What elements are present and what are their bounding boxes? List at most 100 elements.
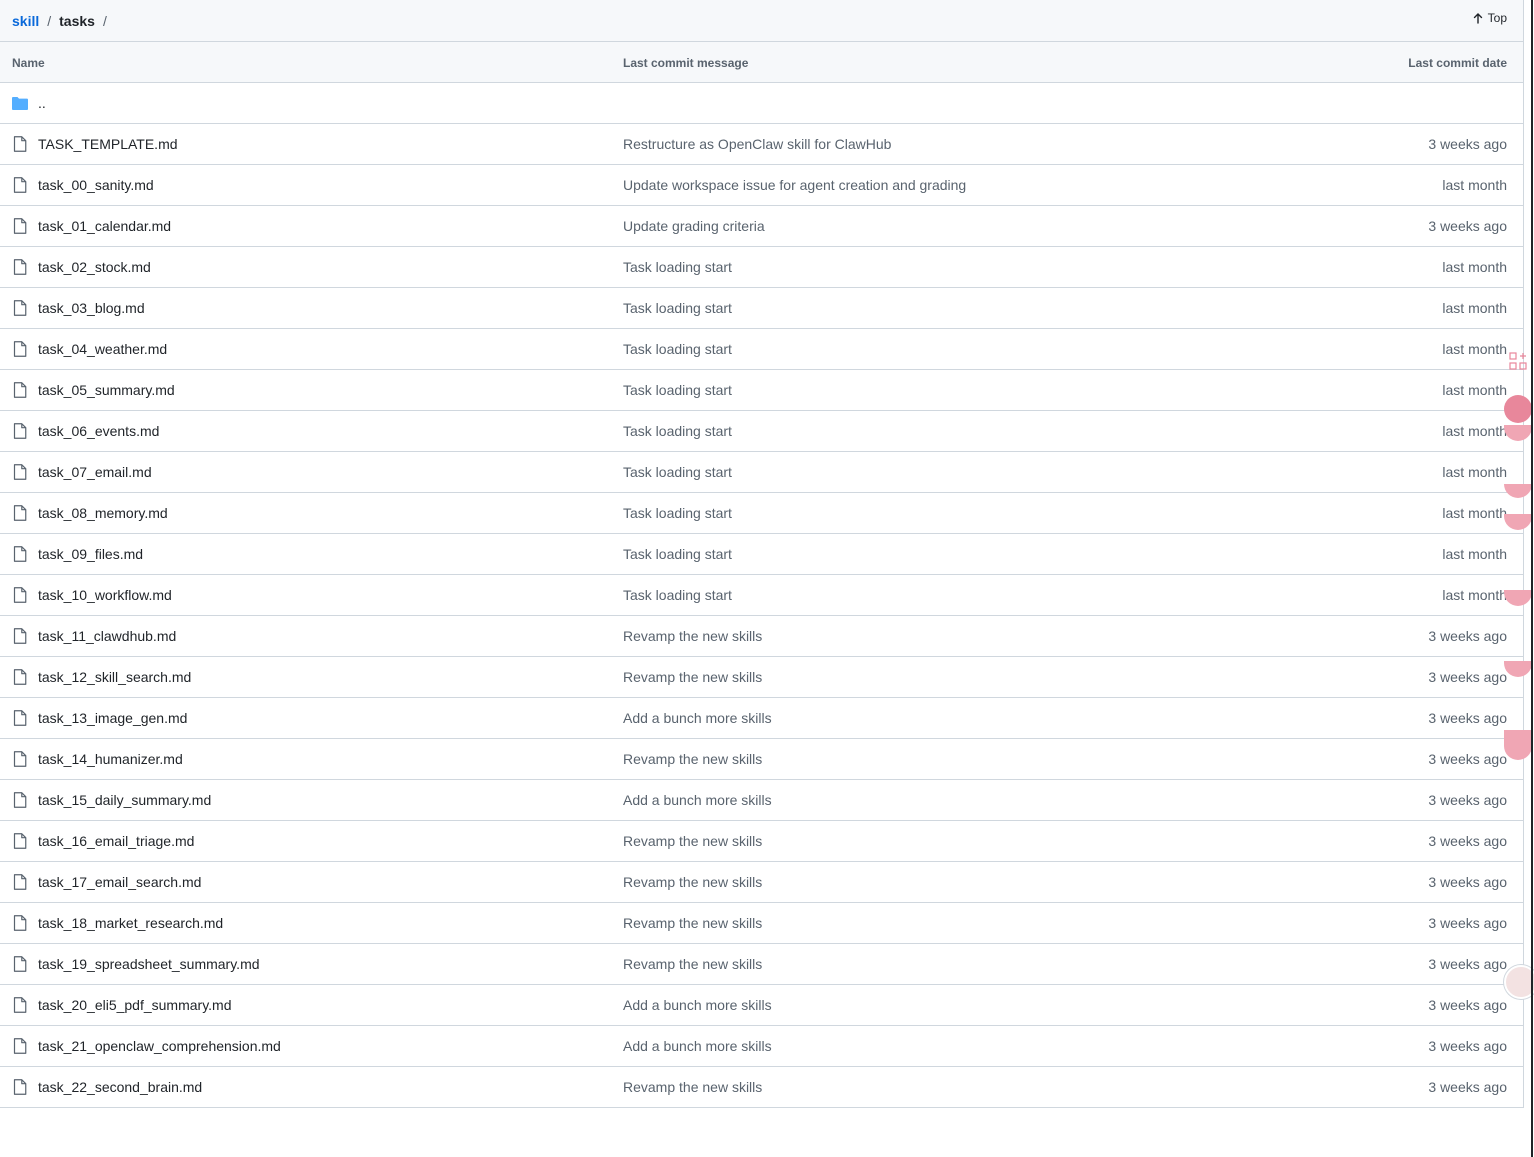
file-icon — [13, 464, 27, 480]
file-name-link[interactable]: task_17_email_search.md — [38, 874, 201, 890]
commit-message-link[interactable]: Task loading start — [623, 259, 732, 275]
translate-widget-icon[interactable] — [1504, 395, 1532, 423]
commit-date: 3 weeks ago — [1428, 915, 1507, 931]
file-name-link[interactable]: task_07_email.md — [38, 464, 152, 480]
file-icon — [13, 300, 27, 316]
arrow-up-icon — [1473, 12, 1482, 24]
breadcrumb-root-link[interactable]: skill — [12, 13, 39, 29]
file-name-link[interactable]: task_16_email_triage.md — [38, 833, 194, 849]
commit-message-link[interactable]: Restructure as OpenClaw skill for ClawHu… — [623, 136, 891, 152]
table-row[interactable]: task_11_clawdhub.md Revamp the new skills… — [0, 616, 1523, 657]
file-icon — [13, 136, 27, 152]
file-icon — [13, 423, 27, 439]
file-icon — [13, 1038, 27, 1054]
commit-date: last month — [1442, 546, 1507, 562]
table-row[interactable]: task_08_memory.md Task loading start last … — [0, 493, 1523, 534]
commit-message-link[interactable]: Add a bunch more skills — [623, 1038, 772, 1054]
commit-date: last month — [1442, 505, 1507, 521]
file-name-link[interactable]: task_13_image_gen.md — [38, 710, 187, 726]
table-row[interactable]: task_15_daily_summary.md Add a bunch more… — [0, 780, 1523, 821]
table-row[interactable]: task_09_files.md Task loading start last m… — [0, 534, 1523, 575]
commit-date: 3 weeks ago — [1428, 792, 1507, 808]
breadcrumb-separator: / — [102, 12, 107, 29]
file-name-link[interactable]: task_19_spreadsheet_summary.md — [38, 956, 260, 972]
file-name-link[interactable]: task_21_openclaw_comprehension.md — [38, 1038, 281, 1054]
commit-message-link[interactable]: Task loading start — [623, 423, 732, 439]
table-row[interactable]: task_01_calendar.md Update grading criter… — [0, 206, 1523, 247]
file-icon — [13, 792, 27, 808]
file-name-link[interactable]: task_01_calendar.md — [38, 218, 171, 234]
commit-message-link[interactable]: Revamp the new skills — [623, 956, 762, 972]
commit-message-link[interactable]: Revamp the new skills — [623, 628, 762, 644]
top-button[interactable]: Top — [1473, 11, 1507, 25]
table-row[interactable]: task_00_sanity.md Update workspace issue … — [0, 165, 1523, 206]
commit-message-link[interactable]: Add a bunch more skills — [623, 997, 772, 1013]
table-row[interactable]: task_10_workflow.md Task loading start las… — [0, 575, 1523, 616]
table-row[interactable]: task_07_email.md Task loading start last m… — [0, 452, 1523, 493]
avatar[interactable] — [1504, 965, 1534, 999]
commit-message-link[interactable]: Update grading criteria — [623, 218, 765, 234]
commit-message-link[interactable]: Task loading start — [623, 505, 732, 521]
parent-directory-row[interactable]: .. — [0, 83, 1523, 124]
page-scrollbar[interactable] — [1531, 0, 1533, 1157]
file-name-link[interactable]: task_06_events.md — [38, 423, 159, 439]
file-name-link[interactable]: task_09_files.md — [38, 546, 143, 562]
file-name-link[interactable]: TASK_TEMPLATE.md — [38, 136, 178, 152]
commit-message-link[interactable]: Task loading start — [623, 382, 732, 398]
grid-apps-icon[interactable] — [1509, 352, 1527, 370]
commit-date: 3 weeks ago — [1428, 710, 1507, 726]
table-row[interactable]: task_05_summary.md Task loading start last… — [0, 370, 1523, 411]
commit-message-link[interactable]: Revamp the new skills — [623, 915, 762, 931]
file-name-link[interactable]: task_02_stock.md — [38, 259, 151, 275]
table-row[interactable]: TASK_TEMPLATE.md Restructure as OpenClaw … — [0, 124, 1523, 165]
commit-message-link[interactable]: Task loading start — [623, 546, 732, 562]
table-row[interactable]: task_04_weather.md Task loading start last… — [0, 329, 1523, 370]
commit-message-link[interactable]: Revamp the new skills — [623, 751, 762, 767]
file-name-link[interactable]: task_11_clawdhub.md — [38, 628, 176, 644]
file-name-link[interactable]: task_18_market_research.md — [38, 915, 223, 931]
table-row[interactable]: task_03_blog.md Task loading start last mo… — [0, 288, 1523, 329]
file-icon — [13, 259, 27, 275]
commit-date: 3 weeks ago — [1428, 956, 1507, 972]
commit-message-link[interactable]: Revamp the new skills — [623, 669, 762, 685]
file-name-link[interactable]: task_04_weather.md — [38, 341, 167, 357]
commit-message-link[interactable]: Update workspace issue for agent creatio… — [623, 177, 966, 193]
parent-directory-link[interactable]: .. — [38, 95, 46, 111]
table-row[interactable]: task_02_stock.md Task loading start last m… — [0, 247, 1523, 288]
table-row[interactable]: task_20_eli5_pdf_summary.md Add a bunch m… — [0, 985, 1523, 1026]
commit-message-link[interactable]: Revamp the new skills — [623, 833, 762, 849]
table-row[interactable]: task_13_image_gen.md Add a bunch more ski… — [0, 698, 1523, 739]
commit-date: 3 weeks ago — [1428, 833, 1507, 849]
commit-message-link[interactable]: Add a bunch more skills — [623, 792, 772, 808]
file-name-link[interactable]: task_10_workflow.md — [38, 587, 172, 603]
file-name-link[interactable]: task_14_humanizer.md — [38, 751, 183, 767]
table-row[interactable]: task_12_skill_search.md Revamp the new sk… — [0, 657, 1523, 698]
file-name-link[interactable]: task_20_eli5_pdf_summary.md — [38, 997, 232, 1013]
file-name-link[interactable]: task_08_memory.md — [38, 505, 168, 521]
commit-message-link[interactable]: Task loading start — [623, 587, 732, 603]
file-name-link[interactable]: task_12_skill_search.md — [38, 669, 191, 685]
commit-date: last month — [1442, 341, 1507, 357]
commit-message-link[interactable]: Add a bunch more skills — [623, 710, 772, 726]
file-name-link[interactable]: task_05_summary.md — [38, 382, 175, 398]
table-row[interactable]: task_19_spreadsheet_summary.md Revamp the… — [0, 944, 1523, 985]
table-row[interactable]: task_16_email_triage.md Revamp the new sk… — [0, 821, 1523, 862]
commit-message-link[interactable]: Task loading start — [623, 341, 732, 357]
commit-message-link[interactable]: Task loading start — [623, 300, 732, 316]
file-name-link[interactable]: task_00_sanity.md — [38, 177, 154, 193]
commit-date: last month — [1442, 259, 1507, 275]
table-row[interactable]: task_18_market_research.md Revamp the new… — [0, 903, 1523, 944]
table-row[interactable]: task_17_email_search.md Revamp the new sk… — [0, 862, 1523, 903]
table-row[interactable]: task_22_second_brain.md Revamp the new sk… — [0, 1067, 1523, 1108]
column-date-header: Last commit date — [1408, 56, 1507, 70]
file-name-link[interactable]: task_03_blog.md — [38, 300, 145, 316]
commit-message-link[interactable]: Task loading start — [623, 464, 732, 480]
table-row[interactable]: task_21_openclaw_comprehension.md Add a b… — [0, 1026, 1523, 1067]
commit-message-link[interactable]: Revamp the new skills — [623, 874, 762, 890]
commit-message-link[interactable]: Revamp the new skills — [623, 1079, 762, 1095]
table-row[interactable]: task_06_events.md Task loading start last … — [0, 411, 1523, 452]
side-badge-icon — [1504, 730, 1532, 760]
file-name-link[interactable]: task_22_second_brain.md — [38, 1079, 202, 1095]
table-row[interactable]: task_14_humanizer.md Revamp the new skill… — [0, 739, 1523, 780]
file-name-link[interactable]: task_15_daily_summary.md — [38, 792, 211, 808]
